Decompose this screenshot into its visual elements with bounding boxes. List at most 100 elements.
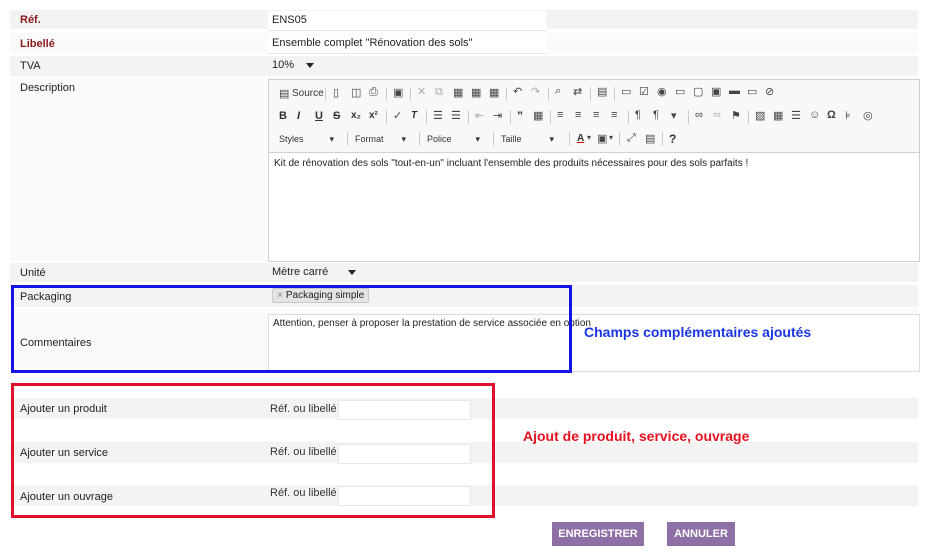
save-button[interactable]: ENREGISTRER [552,522,644,546]
outdent-icon[interactable]: ⇤ [475,109,484,122]
select-field-icon[interactable]: ▣ [711,85,721,98]
unite-label: Unité [20,267,46,279]
textfield-icon[interactable]: ▭ [675,85,685,98]
textarea-icon[interactable]: ▢ [693,85,703,98]
toolbar-separator [419,132,420,146]
toolbar-separator [386,87,387,101]
unite-select[interactable]: Mètre carré [272,266,357,278]
copy-icon[interactable]: ⧉ [435,86,443,99]
styles-combo[interactable]: Styles ▾ [279,134,334,145]
radio-icon[interactable]: ◉ [657,85,667,98]
image-button-icon[interactable]: ▭ [747,85,757,98]
maximize-icon[interactable]: ⤢ [627,132,636,145]
text-color-icon[interactable]: A [577,133,584,144]
superscript-icon[interactable]: x² [369,110,378,121]
annotation-box-red [11,383,495,518]
bullet-list-icon[interactable]: ☰ [451,109,461,122]
toolbar-separator [628,110,629,124]
select-all-icon[interactable]: ▤ [597,85,607,98]
unite-value: Mètre carré [272,266,329,278]
anchor-icon[interactable]: ⚑ [731,109,741,122]
align-justify-icon[interactable]: ≡ [611,109,617,121]
numbered-list-icon[interactable]: ☰ [433,109,443,122]
police-label: Police [427,134,452,144]
link-icon[interactable]: ∞ [695,109,703,121]
button-field-icon[interactable]: ▬ [729,85,740,97]
editor-content[interactable]: Kit de rénovation des sols "tout-en-un" … [274,158,748,169]
chevron-down-icon[interactable]: ▾ [587,133,591,142]
language-icon[interactable]: ▾ [671,109,677,122]
paste-text-icon[interactable]: ▦ [471,86,481,99]
tva-label: TVA [20,60,41,72]
help-button[interactable]: ? [669,132,676,146]
format-combo[interactable]: Format ▾ [355,134,406,145]
hidden-field-icon[interactable]: ⊘ [765,85,774,98]
chevron-down-icon: ▾ [475,134,481,144]
tva-value: 10% [272,59,295,71]
underline-icon[interactable]: U [315,110,323,122]
toolbar-separator [662,132,663,146]
description-label: Description [20,82,76,94]
bold-icon[interactable]: B [279,110,287,122]
ref-input[interactable]: ENS05 [268,11,546,31]
templates-icon[interactable]: ▣ [393,86,403,99]
bg-color-icon[interactable]: ▣ [597,132,607,145]
cut-icon[interactable]: ✕ [417,85,426,98]
copy-format-icon[interactable]: ✓ [393,109,402,122]
description-editor[interactable]: ▤ Source ▯ ◫ ⎙ ▣ ✕ ⧉ ▦ ▦ ▦ ↶ ↷ ⌕ ⇄ ▤ ▭ ☑… [268,79,920,262]
libelle-label: Libellé [20,38,55,50]
show-blocks-icon[interactable]: ▤ [645,132,655,145]
align-right-icon[interactable]: ≡ [593,109,599,121]
libelle-input[interactable]: Ensemble complet "Rénovation des sols" [268,34,546,54]
taille-combo[interactable]: Taille ▾ [501,134,554,145]
police-combo[interactable]: Police ▾ [427,134,480,145]
horizontal-rule-icon[interactable]: ☰ [791,109,801,122]
paste-word-icon[interactable]: ▦ [489,86,499,99]
rtl-icon[interactable]: ¶ [653,109,659,121]
tva-select[interactable]: 10% [272,59,315,71]
page-break-icon[interactable]: ⊧ [845,109,851,122]
italic-icon[interactable]: I [297,110,300,122]
ref-value: ENS05 [272,14,307,26]
cancel-button[interactable]: ANNULER [667,522,735,546]
toolbar-separator [506,87,507,101]
libelle-value: Ensemble complet "Rénovation des sols" [272,37,473,49]
toolbar-separator [468,110,469,124]
table-icon[interactable]: ▦ [773,109,783,122]
align-left-icon[interactable]: ≡ [557,109,563,121]
source-icon[interactable]: ▤ [279,87,289,100]
toolbar-separator [493,132,494,146]
image-icon[interactable]: ▨ [755,109,765,122]
ltr-icon[interactable]: ¶ [635,109,641,121]
new-page-icon[interactable]: ▯ [333,86,339,99]
checkbox-icon[interactable]: ☑ [639,85,649,98]
indent-icon[interactable]: ⇥ [493,109,502,122]
chevron-down-icon[interactable]: ▾ [609,133,613,142]
undo-icon[interactable]: ↶ [513,85,522,98]
unlink-icon[interactable]: ∞ [713,109,721,121]
form-icon[interactable]: ▭ [621,85,631,98]
strike-icon[interactable]: S [333,110,340,122]
replace-icon[interactable]: ⇄ [573,85,582,98]
preview-icon[interactable]: ◫ [351,86,361,99]
taille-label: Taille [501,134,522,144]
print-icon[interactable]: ⎙ [369,86,378,99]
subscript-icon[interactable]: x₂ [351,110,361,121]
paste-icon[interactable]: ▦ [453,86,463,99]
source-button[interactable]: Source [292,88,324,99]
ref-label: Réf. [20,14,41,26]
blockquote-icon[interactable]: ” [517,109,523,123]
remove-format-icon[interactable]: T [411,110,417,121]
align-center-icon[interactable]: ≡ [575,109,581,121]
toolbar-separator [569,132,570,146]
find-icon[interactable]: ⌕ [555,85,561,98]
chevron-down-icon [348,269,357,275]
iframe-icon[interactable]: ◎ [863,109,873,122]
annotation-red-text: Ajout de produit, service, ouvrage [523,428,750,444]
toolbar-separator [325,87,326,101]
smiley-icon[interactable]: ☺ [809,109,820,121]
redo-icon[interactable]: ↷ [531,85,540,98]
annotation-blue-text: Champs complémentaires ajoutés [584,324,812,340]
special-char-icon[interactable]: Ω [827,109,836,121]
div-icon[interactable]: ▦ [533,109,543,122]
